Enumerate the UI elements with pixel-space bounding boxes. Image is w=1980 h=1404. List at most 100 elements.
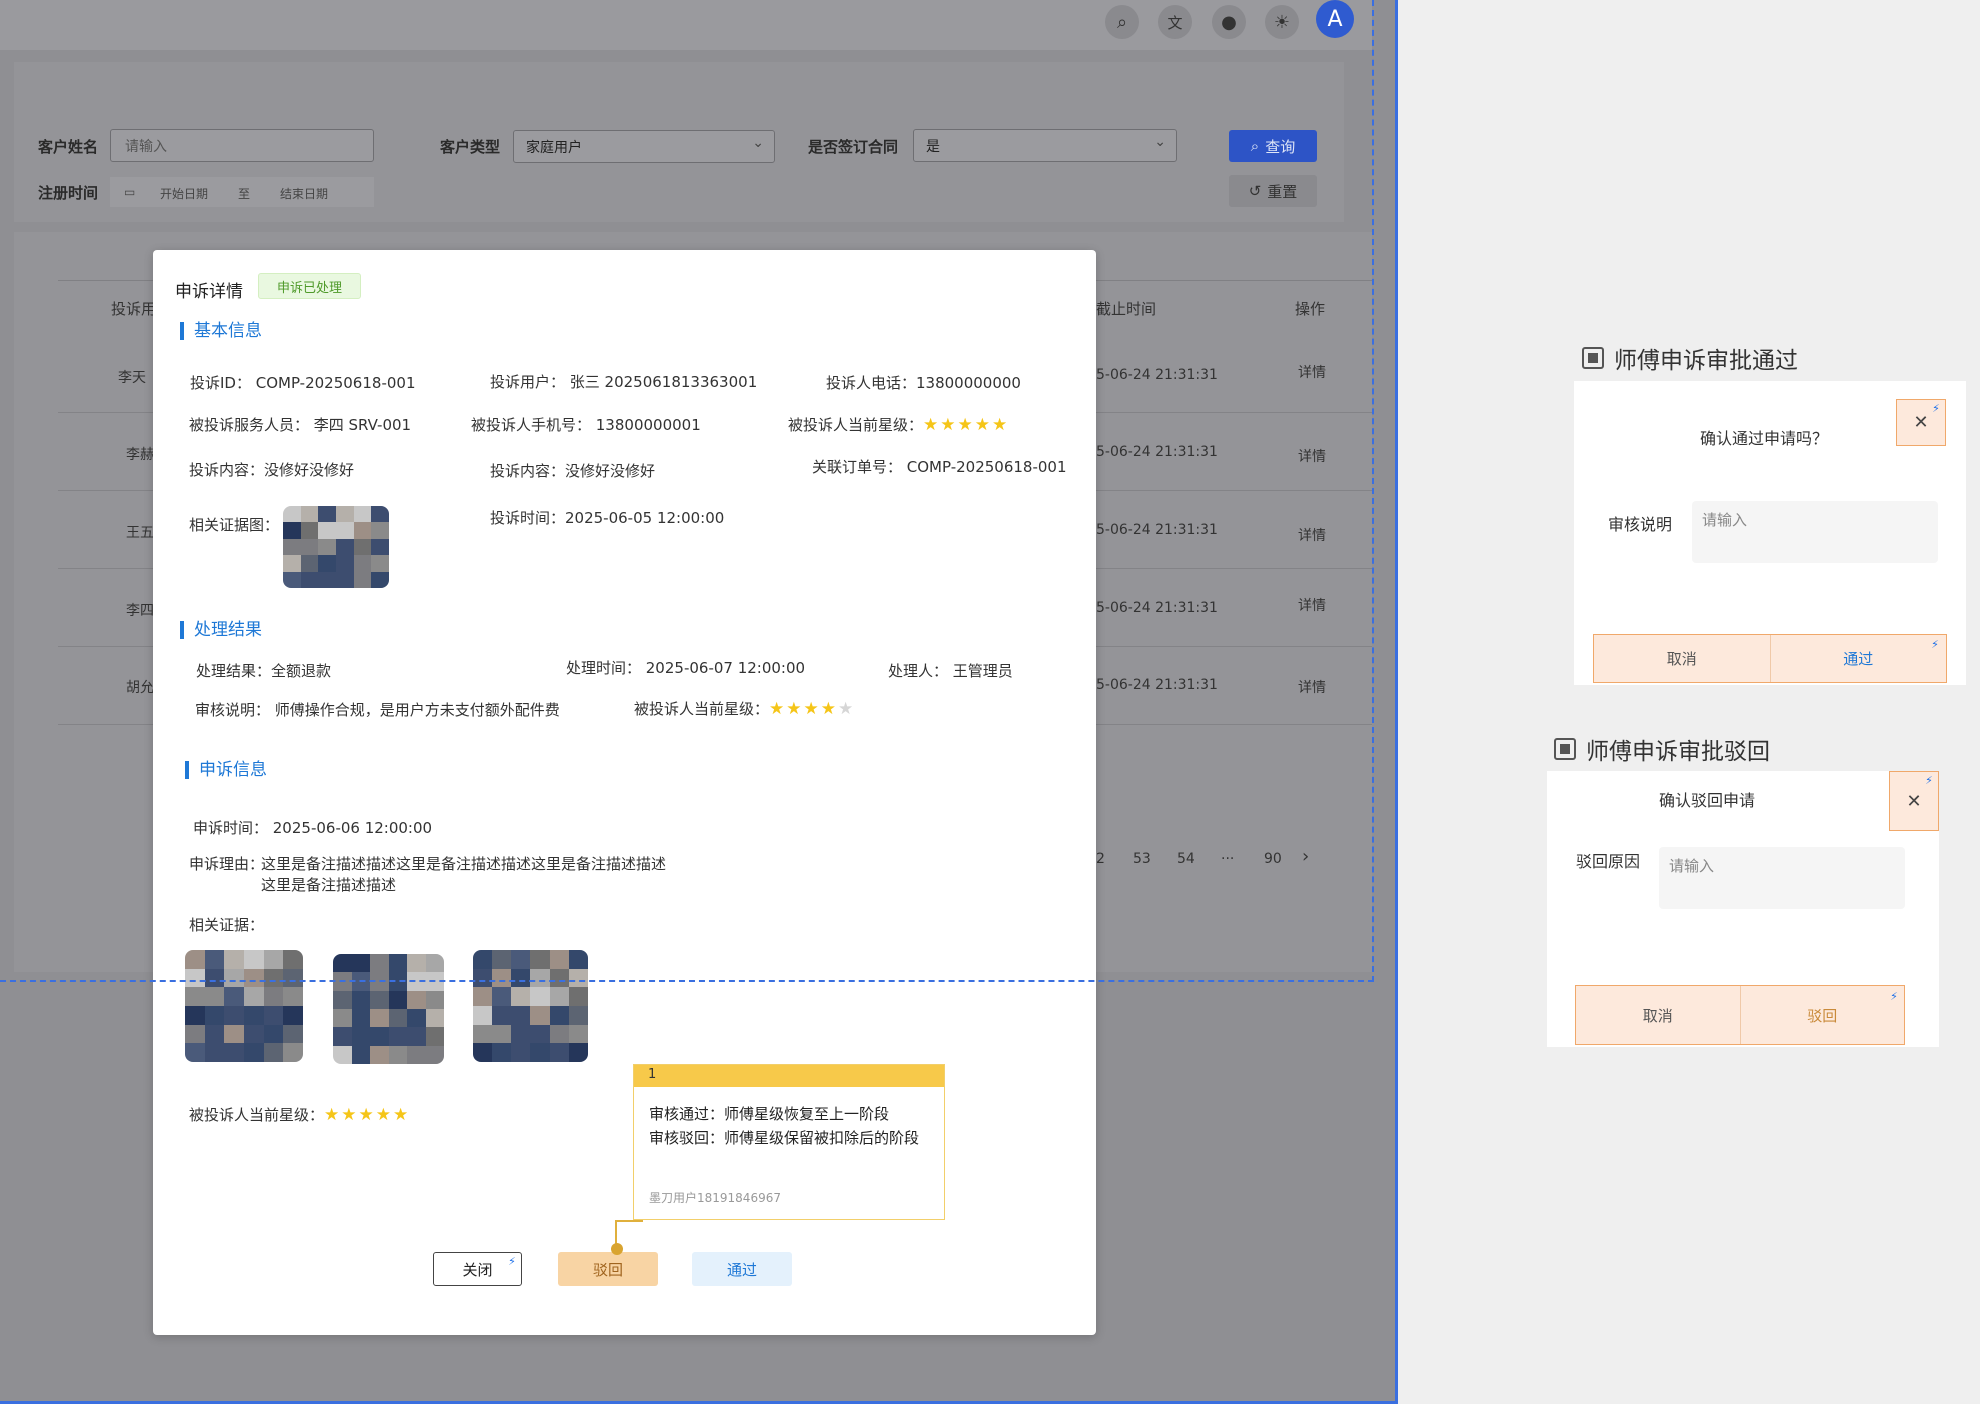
- date-range-picker[interactable]: ▭ 开始日期 至 结束日期: [110, 177, 374, 207]
- complaint-user: 投诉用户： 张三 2025061813363001: [490, 373, 758, 391]
- evidence-image[interactable]: [283, 506, 389, 588]
- appeal-reason-label: 申诉理由：: [189, 855, 265, 873]
- appeal-staff-level: 被投诉人当前星级：★★★★★: [189, 1104, 410, 1125]
- note-line: 审核通过：师傅星级恢复至上一阶段: [649, 1105, 890, 1123]
- pagination-page[interactable]: 2: [1096, 851, 1105, 867]
- star-empty-icon: ★: [838, 699, 856, 719]
- note-author: 墨刀用户18191846967: [649, 1191, 781, 1205]
- pagination-ellipsis[interactable]: ···: [1221, 851, 1234, 867]
- staff-level-label: 被投诉人当前星级：: [788, 416, 924, 434]
- appeal-evidence-image[interactable]: [473, 950, 588, 1062]
- translate-icon[interactable]: 文: [1158, 5, 1192, 39]
- star-filled-icon: ★: [358, 1105, 376, 1125]
- complaint-content: 投诉内容：没修好没修好: [189, 461, 355, 479]
- row-deadline: 5-06-24 21:31:31: [1096, 444, 1218, 460]
- approve-heading-text: 师傅申诉审批通过: [1614, 348, 1798, 374]
- close-button[interactable]: 关闭 ⚡: [433, 1252, 522, 1286]
- interaction-icon: ⚡: [1925, 773, 1933, 787]
- approve-button[interactable]: 通过: [692, 1252, 792, 1286]
- notification-icon[interactable]: ●: [1212, 5, 1246, 39]
- appeal-detail-modal: 申诉详情 申诉已处理 基本信息 投诉ID： COMP-20250618-001 …: [153, 250, 1096, 1335]
- appeal-evidence-label: 相关证据：: [189, 916, 265, 934]
- row-detail-link[interactable]: 详情: [1298, 595, 1326, 615]
- complainant-phone: 投诉人电话：13800000000: [826, 374, 1021, 392]
- complaint-content: 投诉内容：没修好没修好: [490, 462, 656, 480]
- staff-phone: 被投诉人手机号： 13800000001: [471, 416, 701, 434]
- customer-name-input[interactable]: 请输入: [110, 129, 374, 162]
- row-detail-link[interactable]: 详情: [1298, 677, 1326, 697]
- star-rating: ★★★★★: [324, 1105, 410, 1125]
- query-label: 查询: [1265, 137, 1296, 156]
- row-detail-link[interactable]: 详情: [1298, 525, 1326, 545]
- date-separator: 至: [238, 187, 251, 201]
- approve-close-button[interactable]: ✕ ⚡: [1896, 399, 1946, 446]
- customer-name-label: 客户姓名: [38, 138, 99, 156]
- star-filled-icon: ★: [820, 699, 839, 719]
- note-line: 审核驳回：师傅星级保留被扣除后的阶段: [649, 1129, 920, 1147]
- chevron-down-icon: ⌄: [1154, 134, 1166, 150]
- star-rating: ★★★★★: [923, 415, 1009, 435]
- reject-confirm-button[interactable]: 驳回: [1739, 986, 1905, 1044]
- frame-guide: [1372, 0, 1374, 982]
- component-icon: [1554, 738, 1576, 760]
- component-icon: [1582, 347, 1604, 369]
- section-title-appeal: 申诉信息: [185, 761, 267, 779]
- column-header-action: 操作: [1295, 300, 1326, 318]
- date-start-input[interactable]: 开始日期: [160, 185, 208, 202]
- interaction-icon: ⚡: [1931, 637, 1939, 651]
- service-staff: 被投诉服务人员： 李四 SRV-001: [189, 416, 412, 434]
- pagination-page[interactable]: 90: [1264, 851, 1282, 867]
- approve-dialog-heading: 师傅申诉审批通过: [1582, 341, 1798, 375]
- reset-button[interactable]: ↺ 重置: [1229, 175, 1317, 207]
- complaint-id: 投诉ID： COMP-20250618-001: [190, 374, 416, 392]
- pagination-page[interactable]: 54: [1177, 851, 1195, 867]
- contract-select[interactable]: 是 ⌄: [913, 129, 1177, 162]
- top-header: ⌕ 文 ● ☀ A: [0, 0, 1372, 50]
- reject-label: 驳回: [592, 1260, 623, 1279]
- date-end-input[interactable]: 结束日期: [280, 185, 328, 202]
- next-page-icon[interactable]: ›: [1302, 846, 1309, 867]
- star-filled-icon: ★: [786, 699, 804, 719]
- reject-close-button[interactable]: ✕ ⚡: [1889, 771, 1939, 831]
- reject-button[interactable]: 驳回: [558, 1252, 658, 1286]
- row-name: 李天: [118, 370, 146, 386]
- star-filled-icon: ★: [803, 699, 821, 719]
- reject-heading-text: 师傅申诉审批驳回: [1586, 739, 1770, 765]
- theme-icon[interactable]: ☀: [1265, 5, 1299, 39]
- approve-confirm-button[interactable]: 通过: [1769, 635, 1947, 682]
- row-detail-link[interactable]: 详情: [1298, 362, 1326, 382]
- reject-dialog: 确认驳回申请 驳回原因 请输入 ✕ ⚡ 取消 驳回 ⚡: [1547, 771, 1939, 1047]
- reset-label: 重置: [1267, 182, 1298, 201]
- row-name: 王五: [126, 525, 154, 541]
- reject-reason-input[interactable]: 请输入: [1659, 847, 1905, 909]
- star-filled-icon: ★: [957, 415, 975, 435]
- star-filled-icon: ★: [974, 415, 993, 435]
- chevron-down-icon: ⌄: [752, 135, 764, 151]
- row-name: 李赫: [126, 447, 154, 463]
- approve-dialog: 确认通过申请吗？ 审核说明 请输入 ✕ ⚡ 取消 通过 ⚡: [1574, 381, 1966, 685]
- approve-note-input[interactable]: 请输入: [1692, 501, 1938, 563]
- process-result: 处理结果：全额退款: [196, 662, 332, 680]
- modal-title: 申诉详情: [175, 282, 243, 302]
- row-detail-link[interactable]: 详情: [1298, 446, 1326, 466]
- approve-cancel-button[interactable]: 取消: [1594, 635, 1770, 682]
- appeal-evidence-image[interactable]: [185, 950, 303, 1062]
- customer-type-select[interactable]: 家庭用户 ⌄: [513, 130, 775, 163]
- star-filled-icon: ★: [375, 1105, 394, 1125]
- appeal-evidence-image[interactable]: [333, 954, 444, 1064]
- annotation-connector: [615, 1220, 643, 1222]
- refresh-icon: ↺: [1248, 182, 1262, 200]
- query-button[interactable]: ⌕ 查询: [1229, 130, 1317, 162]
- avatar[interactable]: A: [1316, 0, 1354, 38]
- star-filled-icon: ★: [324, 1105, 342, 1125]
- staff-level-label: 被投诉人当前星级：: [189, 1106, 325, 1124]
- row-deadline: 5-06-24 21:31:31: [1096, 367, 1218, 383]
- reject-footer: 取消 驳回: [1575, 985, 1905, 1045]
- appeal-time: 申诉时间： 2025-06-06 12:00:00: [193, 819, 433, 837]
- reject-cancel-button[interactable]: 取消: [1576, 986, 1740, 1044]
- search-icon[interactable]: ⌕: [1105, 5, 1139, 39]
- star-rating: ★★★★★: [769, 699, 855, 719]
- search-icon: ⌕: [1250, 137, 1260, 155]
- row-deadline: 5-06-24 21:31:31: [1096, 600, 1218, 616]
- pagination-page[interactable]: 53: [1133, 851, 1151, 867]
